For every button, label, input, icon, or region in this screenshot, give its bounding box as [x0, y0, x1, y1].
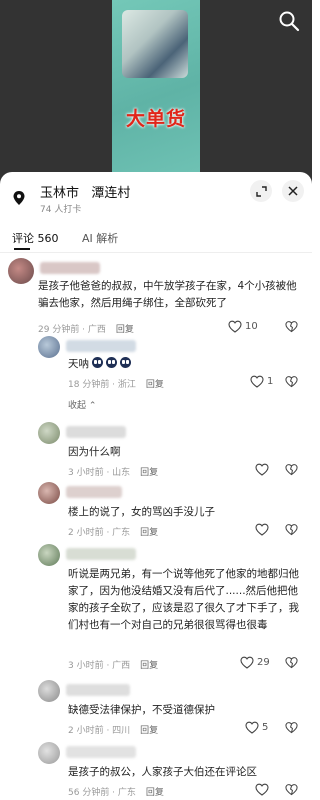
comment-meta: 3 小时前 · 广西 回复 — [68, 658, 158, 671]
video-caption: 大单货 — [125, 108, 186, 130]
close-icon[interactable] — [282, 180, 304, 202]
comment-text: 是孩子的叔公，人家孩子大伯还在评论区 — [68, 766, 257, 778]
heart-icon — [255, 463, 269, 476]
comment-meta: 56 分钟前 · 广东 回复 — [68, 785, 164, 798]
comment-time-location: 56 分钟前 · 广东 — [68, 788, 136, 798]
heart-icon — [240, 656, 254, 669]
comment-meta: 3 小时前 · 山东 回复 — [68, 465, 158, 478]
comment-tabs: 评论 560 AI 解析 — [0, 226, 312, 253]
like-button[interactable]: 5 — [245, 721, 268, 734]
heart-icon — [250, 375, 264, 388]
video-preview[interactable]: 大单货 — [0, 0, 312, 184]
comment-item: 楼上的说了，女的骂凶手没儿子 2 小时前 · 广东 回复 — [0, 482, 312, 542]
comment-meta: 29 分钟前 · 广西 回复 — [38, 322, 134, 335]
broken-heart-icon[interactable] — [285, 463, 298, 476]
like-button[interactable] — [255, 523, 269, 536]
like-count: 29 — [257, 657, 270, 668]
like-button[interactable] — [255, 783, 269, 796]
tab-comments[interactable]: 评论 560 — [12, 230, 59, 246]
heart-icon — [255, 783, 269, 796]
avatar[interactable] — [38, 680, 60, 702]
username[interactable] — [66, 486, 122, 498]
like-count: 10 — [245, 321, 258, 332]
like-count: 1 — [267, 376, 274, 387]
username[interactable] — [66, 340, 136, 352]
reply-button[interactable]: 回复 — [140, 468, 158, 478]
reply-button[interactable]: 回复 — [116, 325, 134, 335]
comment-text: 听说是两兄弟，有一个说等他死了他家的地都归他家了，因为他没结婚又没有后代了...… — [68, 568, 299, 631]
reply-button[interactable]: 回复 — [140, 661, 158, 671]
like-button[interactable]: 29 — [240, 656, 270, 669]
comment-time-location: 18 分钟前 · 浙江 — [68, 380, 136, 390]
username[interactable] — [66, 426, 126, 438]
location-name: 玉林市 潭连村 — [40, 186, 131, 201]
collapse-label: 收起 — [68, 401, 87, 411]
like-button[interactable]: 10 — [228, 320, 258, 333]
video-scene-image — [122, 10, 188, 78]
tab-ai-analysis[interactable]: AI 解析 — [82, 230, 118, 246]
comment-item: 是孩子他爸爸的叔叔，中午放学孩子在家，4个小孩被他骗去他家，然后用绳子绑住，全部… — [0, 256, 312, 336]
reply-button[interactable]: 回复 — [146, 788, 164, 798]
comment-item: 因为什么啊 3 小时前 · 山东 回复 — [0, 422, 312, 482]
broken-heart-icon[interactable] — [285, 320, 298, 333]
like-button[interactable]: 1 — [250, 375, 273, 388]
comment-time-location: 2 小时前 · 广东 — [68, 528, 131, 538]
comment-text-row: 天呐 — [68, 356, 268, 373]
broken-heart-icon[interactable] — [285, 721, 298, 734]
username[interactable] — [40, 262, 100, 274]
comment-meta: 18 分钟前 · 浙江 回复 — [68, 377, 164, 390]
comment-text: 因为什么啊 — [68, 446, 121, 458]
avatar[interactable] — [38, 336, 60, 358]
emoji-icon — [120, 357, 131, 368]
username[interactable] — [66, 548, 136, 560]
comment-meta: 2 小时前 · 四川 回复 — [68, 723, 158, 736]
broken-heart-icon[interactable] — [285, 375, 298, 388]
heart-icon — [255, 523, 269, 536]
comment-item: 听说是两兄弟，有一个说等他死了他家的地都归他家了，因为他没结婚又没有后代了...… — [0, 544, 312, 674]
emoji-icon — [92, 357, 103, 368]
checkin-count: 74 人打卡 — [40, 205, 82, 215]
like-count: 5 — [262, 722, 269, 733]
comment-time-location: 2 小时前 · 四川 — [68, 726, 131, 736]
collapse-replies-button[interactable]: 收起 ⌃ — [68, 398, 96, 411]
like-button[interactable] — [255, 463, 269, 476]
comment-time-location: 29 分钟前 · 广西 — [38, 325, 106, 335]
avatar[interactable] — [38, 742, 60, 764]
expand-icon[interactable] — [250, 180, 272, 202]
video-thumbnail[interactable]: 大单货 — [112, 0, 200, 176]
comment-meta: 2 小时前 · 广东 回复 — [68, 525, 158, 538]
comment-time-location: 3 小时前 · 广西 — [68, 661, 131, 671]
comment-item: 是孩子的叔公，人家孩子大伯还在评论区 56 分钟前 · 广东 回复 — [0, 742, 312, 800]
reply-button[interactable]: 回复 — [146, 380, 164, 390]
avatar[interactable] — [38, 544, 60, 566]
search-icon[interactable] — [278, 10, 300, 32]
comment-text: 天呐 — [68, 358, 89, 370]
username[interactable] — [66, 684, 130, 696]
username[interactable] — [66, 746, 136, 758]
comment-time-location: 3 小时前 · 山东 — [68, 468, 131, 478]
comment-text: 是孩子他爸爸的叔叔，中午放学孩子在家，4个小孩被他骗去他家，然后用绳子绑住，全部… — [38, 280, 297, 309]
broken-heart-icon[interactable] — [285, 656, 298, 669]
avatar[interactable] — [38, 482, 60, 504]
heart-icon — [245, 721, 259, 734]
chevron-up-icon: ⌃ — [88, 401, 97, 411]
heart-icon — [228, 320, 242, 333]
comment-text: 缺德受法律保护，不受道德保护 — [68, 704, 215, 716]
tab-active-indicator — [14, 248, 30, 250]
comment-item: 缺德受法律保护，不受道德保护 2 小时前 · 四川 回复 5 — [0, 680, 312, 740]
avatar[interactable] — [38, 422, 60, 444]
comment-item: 天呐 18 分钟前 · 浙江 回复 1 收起 ⌃ — [0, 336, 312, 411]
reply-button[interactable]: 回复 — [140, 726, 158, 736]
location-pin-icon — [13, 191, 25, 205]
comment-text: 楼上的说了，女的骂凶手没儿子 — [68, 506, 215, 518]
broken-heart-icon[interactable] — [285, 783, 298, 796]
comments-sheet: 玉林市 潭连村 74 人打卡 评论 560 AI 解析 是孩子他爸爸的叔叔，中午… — [0, 172, 312, 800]
reply-button[interactable]: 回复 — [140, 528, 158, 538]
broken-heart-icon[interactable] — [285, 523, 298, 536]
avatar[interactable] — [8, 258, 34, 284]
emoji-icon — [106, 357, 117, 368]
